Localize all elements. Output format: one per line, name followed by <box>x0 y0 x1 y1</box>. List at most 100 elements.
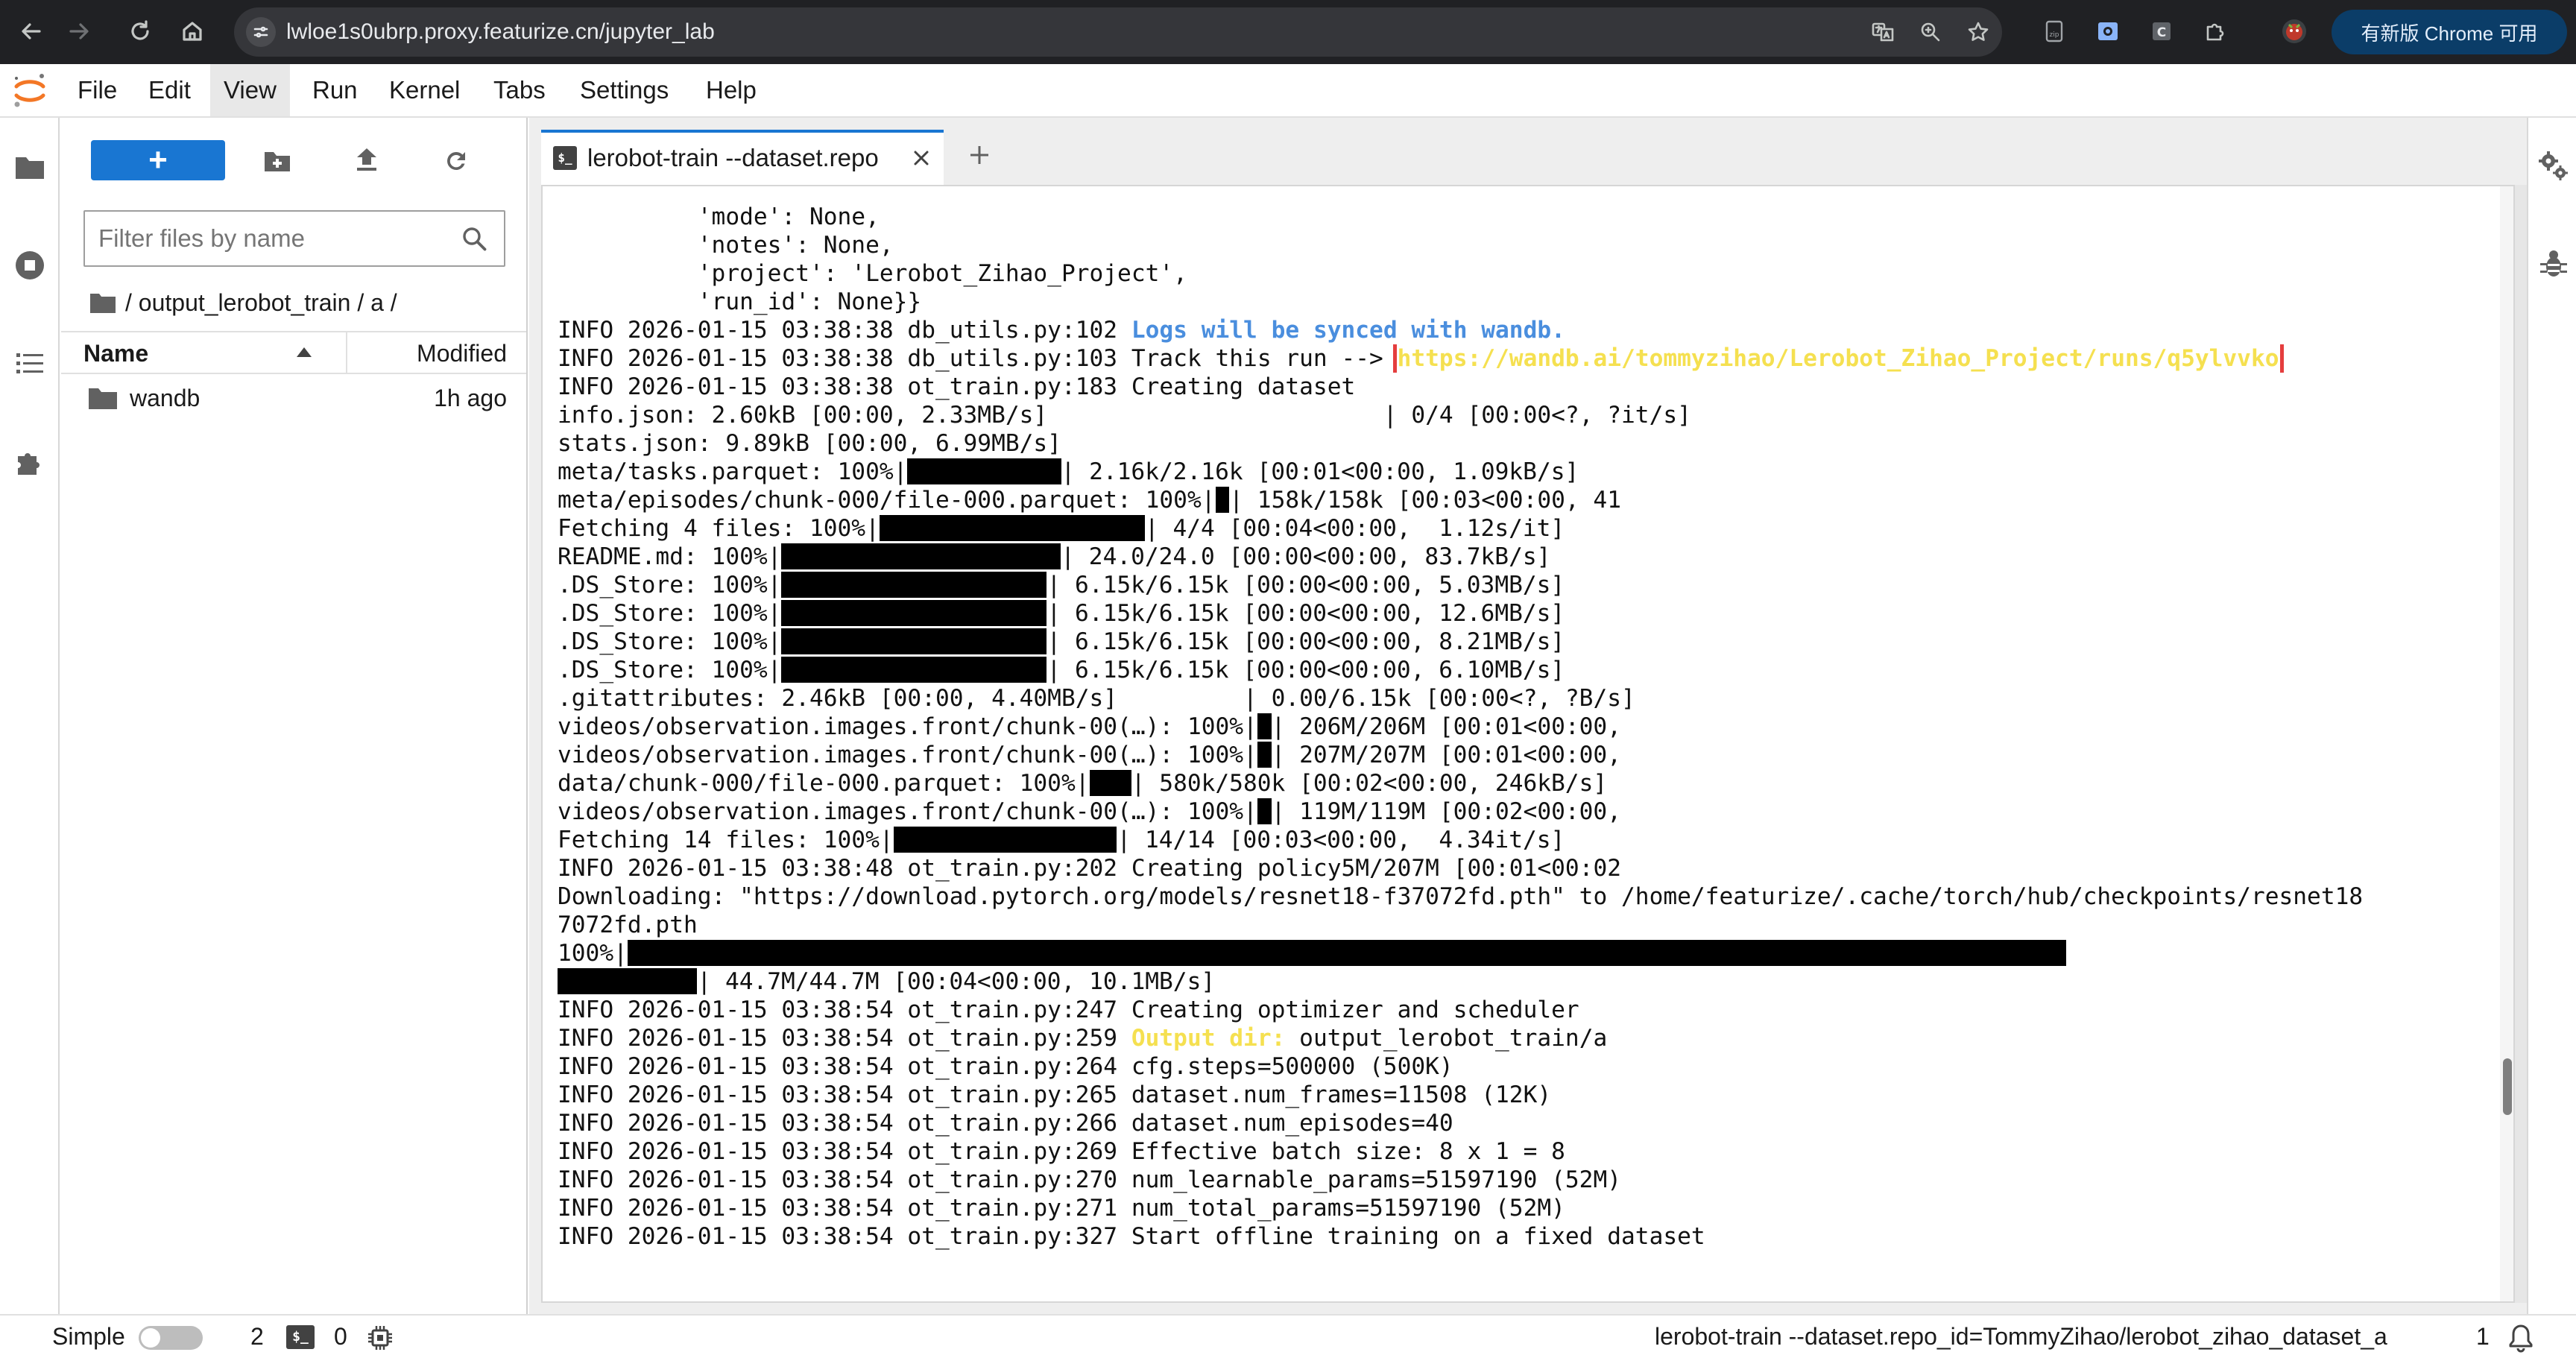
file-name[interactable]: wandb <box>130 377 200 419</box>
tab-bar: $_ lerobot-train --dataset.repo <box>529 118 2527 185</box>
terminal-output[interactable]: 'mode': None, 'notes': None, 'project': … <box>558 203 2361 1269</box>
terminal-text: | 4/4 [00:04<00:00, 1.12s/it] <box>1144 515 1565 542</box>
zoom-icon[interactable] <box>1917 19 1944 45</box>
menu-run[interactable]: Run <box>299 64 371 116</box>
terminal-text: data/chunk-000/file-000.parquet: 100%| <box>558 770 1090 797</box>
address-bar[interactable]: lwloe1s0ubrp.proxy.featurize.cn/jupyter_… <box>234 7 2002 57</box>
file-list-header: Name Modified <box>61 331 526 374</box>
folder-icon <box>89 388 117 409</box>
refresh-button[interactable] <box>438 143 474 179</box>
terminal-text: Fetching 4 files: 100%| <box>558 515 880 542</box>
terminal-line: 'project': 'Lerobot_Zihao_Project', <box>558 259 2361 288</box>
kernel-count[interactable]: 0 <box>334 1316 347 1358</box>
new-tab-button[interactable] <box>959 134 1000 176</box>
file-list-item[interactable]: wandb 1h ago <box>61 377 526 419</box>
left-activity-bar <box>0 118 60 1314</box>
translate-icon[interactable] <box>1869 19 1896 45</box>
terminal-scrollbar[interactable] <box>2500 186 2513 1301</box>
extension-screenshot-icon[interactable] <box>2093 16 2123 46</box>
menu-kernel[interactable]: Kernel <box>376 64 473 116</box>
terminal-text: INFO 2026-01-15 03:38:54 ot_train.py:271… <box>558 1195 1565 1222</box>
reload-icon <box>131 20 149 40</box>
main-dock-area: $_ lerobot-train --dataset.repo 'mode': … <box>529 118 2527 1314</box>
terminal-text: INFO 2026-01-15 03:38:54 ot_train.py:265… <box>558 1081 1552 1108</box>
notification-bell-icon[interactable] <box>2506 1323 2536 1353</box>
breadcrumb-path[interactable]: / output_lerobot_train / a / <box>125 280 397 325</box>
column-header-name[interactable]: Name <box>83 332 148 374</box>
url-text[interactable]: lwloe1s0ubrp.proxy.featurize.cn/jupyter_… <box>286 7 715 57</box>
terminal-panel[interactable]: 'mode': None, 'notes': None, 'project': … <box>541 185 2515 1303</box>
kernel-chip-icon[interactable] <box>367 1324 394 1351</box>
terminal-line: Downloading: "https://download.pytorch.o… <box>558 882 2361 911</box>
terminal-icon[interactable]: $_ <box>286 1325 315 1349</box>
terminal-text: README.md: 100%| <box>558 543 782 570</box>
close-icon[interactable] <box>909 146 933 170</box>
progress-bar-fill <box>1257 742 1272 768</box>
simple-mode-label: Simple <box>52 1323 125 1350</box>
terminal-text: | 24.0/24.0 [00:00<00:00, 83.7kB/s] <box>1061 543 1551 570</box>
debugger-bug-icon[interactable] <box>2537 247 2570 280</box>
reload-button[interactable] <box>121 12 160 51</box>
simple-mode-toggle[interactable] <box>139 1326 203 1350</box>
property-inspector-gears-icon[interactable] <box>2537 149 2570 182</box>
column-header-modified[interactable]: Modified <box>417 332 507 374</box>
extensions-puzzle-icon[interactable] <box>2200 16 2230 46</box>
terminal-text: Fetching 14 files: 100%| <box>558 827 894 853</box>
bookmark-star-icon[interactable] <box>1965 19 1992 45</box>
progress-bar-fill <box>627 940 2067 966</box>
terminal-line: 7072fd.pth <box>558 911 2361 939</box>
menu-file[interactable]: File <box>64 64 130 116</box>
wandb-run-link[interactable]: https://wandb.ai/tommyzihao/Lerobot_Ziha… <box>1392 344 2284 373</box>
terminal-text: INFO 2026-01-15 03:38:54 ot_train.py:327… <box>558 1223 1705 1250</box>
terminal-line: videos/observation.images.front/chunk-00… <box>558 713 2361 741</box>
folder-icon[interactable] <box>89 291 116 314</box>
new-folder-icon <box>265 152 290 171</box>
terminal-line: .DS_Store: 100%| | 6.15k/6.15k [00:00<00:… <box>558 571 2361 599</box>
log-label-text: Output dir: <box>1131 1025 1286 1052</box>
terminal-text: .DS_Store: 100%| <box>558 600 782 627</box>
new-folder-button[interactable] <box>259 143 295 179</box>
back-button[interactable] <box>12 12 51 51</box>
running-sessions-tab[interactable] <box>12 247 48 283</box>
home-button[interactable] <box>173 12 212 51</box>
forward-button[interactable] <box>60 12 98 51</box>
site-info-button[interactable] <box>246 17 276 47</box>
terminal-line: 'mode': None, <box>558 203 2361 231</box>
filter-files-input[interactable] <box>98 212 441 265</box>
terminal-text: | 158k/158k [00:03<00:00, 41 <box>1229 487 1621 514</box>
terminal-line: INFO 2026-01-15 03:38:54 ot_train.py:271… <box>558 1194 2361 1222</box>
sort-ascending-icon[interactable] <box>297 347 312 357</box>
file-browser-tab[interactable] <box>12 149 48 185</box>
terminal-count[interactable]: 2 <box>250 1316 264 1358</box>
terminal-text: | 6.15k/6.15k [00:00<00:00, 5.03MB/s] <box>1046 572 1565 599</box>
progress-bar-fill <box>781 600 1047 626</box>
extension-manager-tab[interactable] <box>12 444 48 480</box>
upload-button[interactable] <box>349 143 385 179</box>
menu-view[interactable]: View <box>210 64 290 116</box>
svg-text:zip: zip <box>2050 31 2059 39</box>
menu-settings[interactable]: Settings <box>566 64 682 116</box>
table-of-contents-tab[interactable] <box>12 346 48 382</box>
forward-arrow-icon <box>69 23 89 40</box>
profile-avatar[interactable] <box>2279 16 2309 46</box>
terminal-text: | 580k/580k [00:02<00:00, 246kB/s] <box>1131 770 1608 797</box>
tab-terminal[interactable]: $_ lerobot-train --dataset.repo <box>541 130 944 185</box>
terminal-text: INFO 2026-01-15 03:38:54 ot_train.py:270… <box>558 1166 1622 1193</box>
extension-c-icon[interactable]: C <box>2147 16 2176 46</box>
chrome-update-button[interactable]: 有新版 Chrome 可用 <box>2332 10 2567 54</box>
terminal-text: INFO 2026-01-15 03:38:38 ot_train.py:183… <box>558 373 1356 400</box>
menu-tabs[interactable]: Tabs <box>480 64 559 116</box>
extension-zip-icon[interactable]: zip <box>2039 16 2069 46</box>
notification-count[interactable]: 1 <box>2476 1316 2490 1358</box>
terminal-line: INFO 2026-01-15 03:38:54 ot_train.py:327… <box>558 1222 2361 1251</box>
progress-bar-fill <box>1257 713 1272 739</box>
column-divider[interactable] <box>346 332 347 374</box>
breadcrumb[interactable]: / output_lerobot_train / a / <box>89 280 397 325</box>
menu-edit[interactable]: Edit <box>135 64 204 116</box>
scroll-thumb[interactable] <box>2503 1058 2512 1115</box>
upload-icon <box>357 148 376 171</box>
terminal-line: INFO 2026-01-15 03:38:38 db_utils.py:103… <box>558 344 2361 373</box>
new-launcher-button[interactable]: + <box>91 140 225 180</box>
tab-label[interactable]: lerobot-train --dataset.repo <box>587 133 902 183</box>
menu-help[interactable]: Help <box>692 64 770 116</box>
